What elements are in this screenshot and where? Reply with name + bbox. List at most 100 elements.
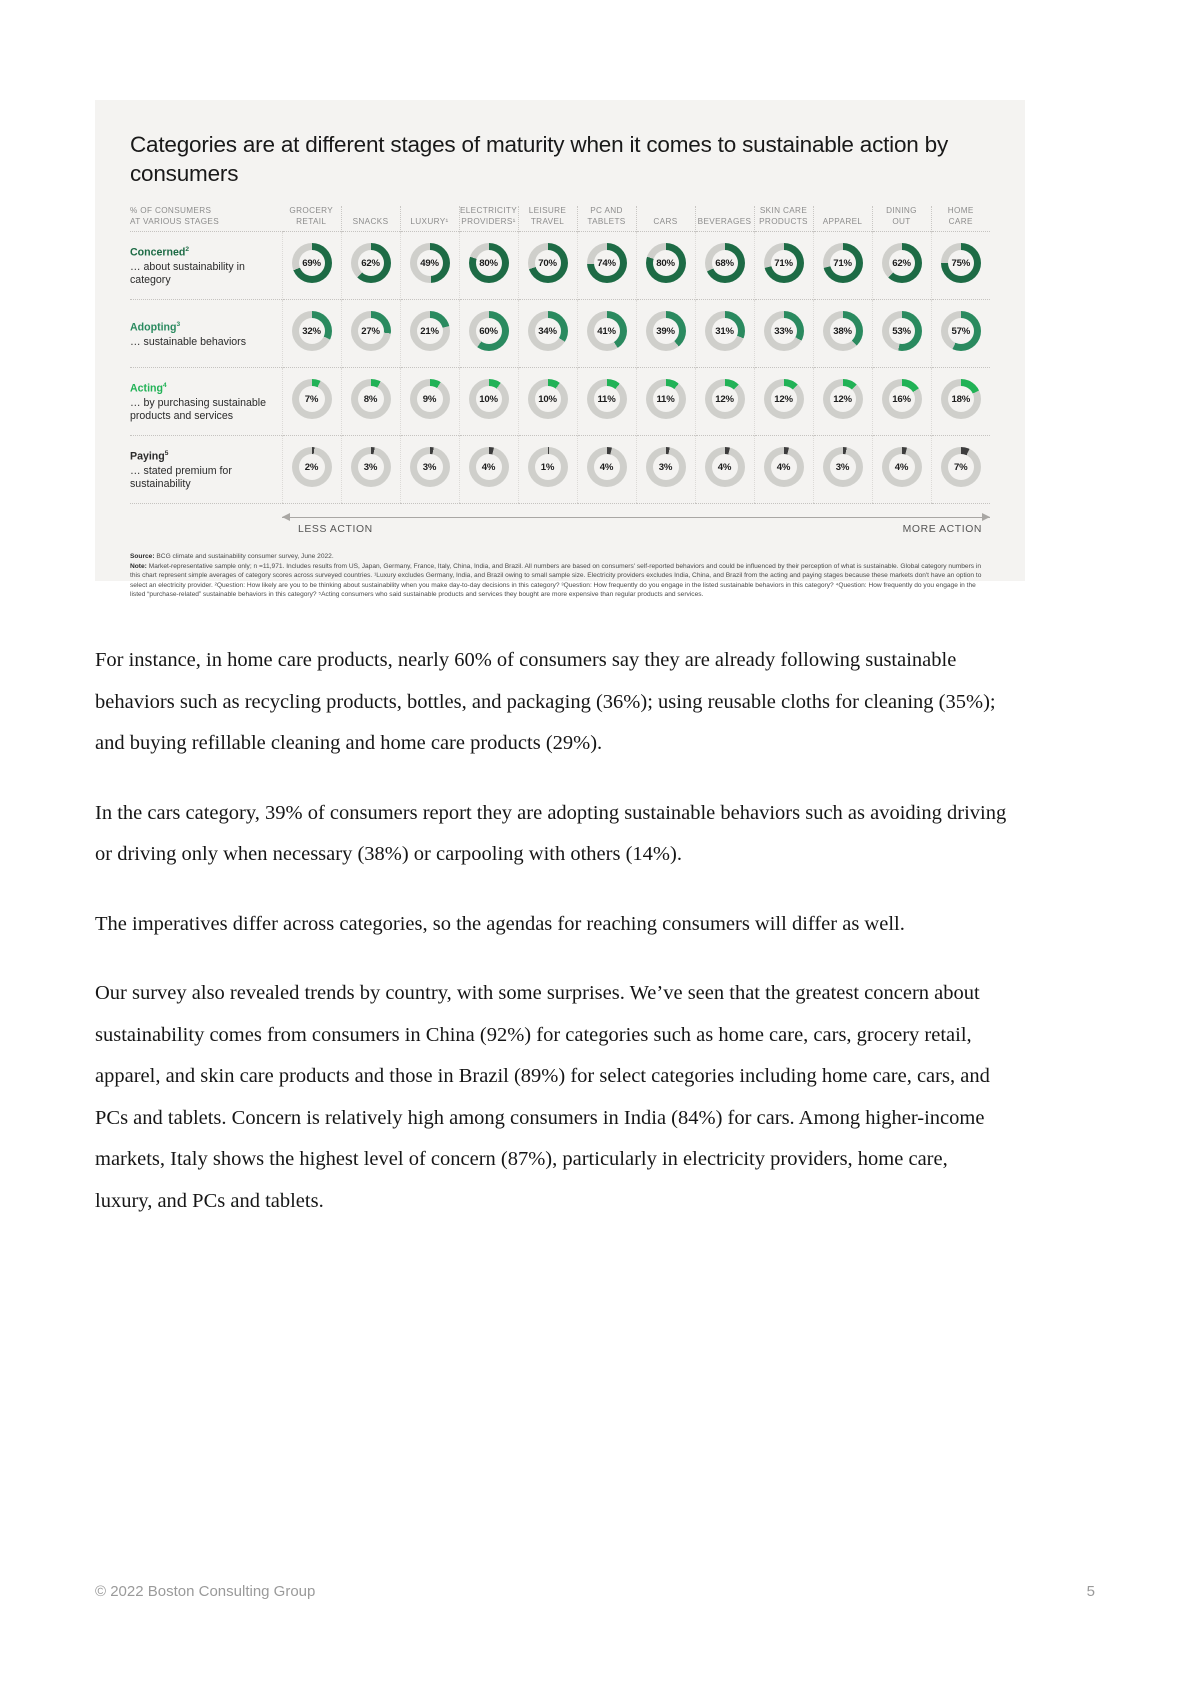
donut-value: 34% (538, 325, 557, 337)
matrix-cell: 27% (340, 299, 400, 368)
donut-value: 18% (951, 393, 971, 405)
donut-gauge: 39% (645, 311, 686, 351)
column-header: CARS (635, 206, 695, 232)
donut-gauge: 10% (468, 379, 509, 419)
matrix-row: Concerned2… about sustainability in cate… (130, 231, 990, 300)
donut-gauge: 27% (350, 311, 391, 351)
donut-gauge: 62% (350, 243, 391, 283)
matrix-cell: 9% (399, 367, 459, 436)
column-header: APPAREL (812, 206, 872, 232)
matrix-cell: 62% (340, 231, 400, 300)
column-header-line1 (401, 206, 459, 217)
matrix-cell: 11% (635, 367, 695, 436)
donut-value: 41% (597, 325, 616, 337)
column-header-line1 (696, 206, 754, 217)
axis-label-less-action: LESS ACTION (298, 524, 373, 535)
matrix-cell: 57% (930, 299, 990, 368)
matrix-cell: 1% (517, 435, 577, 504)
action-axis: LESS ACTION MORE ACTION (282, 512, 990, 542)
donut-gauge: 71% (822, 243, 863, 283)
column-header-line1: HOME (947, 206, 974, 215)
donut-gauge: 2% (291, 447, 332, 487)
donut-gauge: 75% (940, 243, 981, 283)
column-header-line1: PC AND (590, 206, 623, 215)
donut-gauge: 4% (763, 447, 804, 487)
axis-line (282, 517, 990, 518)
donut-center: 12% (770, 386, 797, 412)
matrix-cell: 62% (871, 231, 931, 300)
donut-center: 71% (829, 250, 856, 276)
donut-gauge: 33% (763, 311, 804, 351)
donut-value: 68% (715, 257, 734, 269)
donut-center: 3% (829, 454, 856, 480)
body-paragraph: The imperatives differ across categories… (95, 912, 905, 935)
donut-gauge: 12% (822, 379, 863, 419)
matrix-cell: 2% (281, 435, 341, 504)
column-header: LUXURY¹ (399, 206, 459, 232)
column-header-line2: PRODUCTS (759, 216, 808, 226)
matrix-table: % OF CONSUMERS AT VARIOUS STAGES GROCERY… (130, 206, 990, 504)
matrix-row: Acting4… by purchasing sustainable produ… (130, 367, 990, 436)
matrix-header: % OF CONSUMERS AT VARIOUS STAGES GROCERY… (130, 206, 990, 232)
donut-center: 53% (888, 318, 915, 344)
donut-gauge: 12% (704, 379, 745, 419)
donut-gauge: 12% (763, 379, 804, 419)
donut-center: 49% (416, 250, 443, 276)
donut-value: 27% (361, 325, 380, 337)
donut-value: 4% (717, 461, 732, 473)
donut-center: 7% (947, 454, 974, 480)
donut-gauge: 32% (291, 311, 332, 351)
article-body: For instance, in home care products, nea… (95, 640, 1007, 1250)
donut-value: 62% (892, 257, 911, 269)
exhibit-card: Categories are at different stages of ma… (95, 100, 1025, 598)
donut-gauge: 34% (527, 311, 568, 351)
donut-center: 31% (711, 318, 738, 344)
donut-gauge: 3% (645, 447, 686, 487)
donut-center: 4% (770, 454, 797, 480)
donut-gauge: 7% (291, 379, 332, 419)
matrix-header-row: % OF CONSUMERS AT VARIOUS STAGES GROCERY… (130, 206, 990, 232)
footer-copyright: © 2022 Boston Consulting Group (95, 1583, 316, 1600)
donut-center: 34% (534, 318, 561, 344)
donut-center: 71% (770, 250, 797, 276)
note-label: Note: (130, 563, 147, 571)
note-text: Market-representative sample only; n =11… (130, 563, 982, 598)
donut-gauge: 18% (940, 379, 981, 419)
donut-center: 9% (416, 386, 443, 412)
donut-value: 7% (954, 461, 968, 473)
donut-value: 2% (304, 461, 319, 473)
matrix-cell: 10% (517, 367, 577, 436)
donut-value: 12% (774, 393, 793, 405)
corner-header-line1: % OF CONSUMERS (130, 206, 212, 215)
donut-value: 9% (422, 393, 437, 405)
donut-center: 10% (475, 386, 502, 412)
matrix-cell: 18% (930, 367, 990, 436)
donut-value: 12% (715, 393, 734, 405)
matrix-cell: 34% (517, 299, 577, 368)
donut-gauge: 31% (704, 311, 745, 351)
column-header: PC AND TABLETS (576, 206, 636, 232)
donut-value: 21% (420, 325, 439, 337)
column-header-line1: SKIN CARE (759, 206, 808, 215)
matrix-cell: 4% (694, 435, 754, 504)
column-header-line2: APPAREL (822, 216, 863, 226)
donut-value: 8% (363, 393, 378, 405)
matrix-corner-header: % OF CONSUMERS AT VARIOUS STAGES (130, 206, 282, 232)
matrix-cell: 80% (458, 231, 518, 300)
donut-center: 1% (534, 454, 561, 480)
donut-gauge: 1% (527, 447, 568, 487)
donut-gauge: 71% (763, 243, 804, 283)
donut-center: 12% (711, 386, 738, 412)
donut-center: 70% (534, 250, 561, 276)
donut-gauge: 80% (645, 243, 686, 283)
column-header: SKIN CARE PRODUCTS (753, 206, 813, 232)
donut-gauge: 4% (704, 447, 745, 487)
donut-value: 4% (776, 461, 791, 473)
matrix-cell: 12% (812, 367, 872, 436)
matrix-cell: 41% (576, 299, 636, 368)
matrix-cell: 80% (635, 231, 695, 300)
donut-center: 3% (416, 454, 443, 480)
donut-value: 3% (422, 461, 437, 473)
donut-value: 3% (363, 461, 378, 473)
matrix-cell: 10% (458, 367, 518, 436)
